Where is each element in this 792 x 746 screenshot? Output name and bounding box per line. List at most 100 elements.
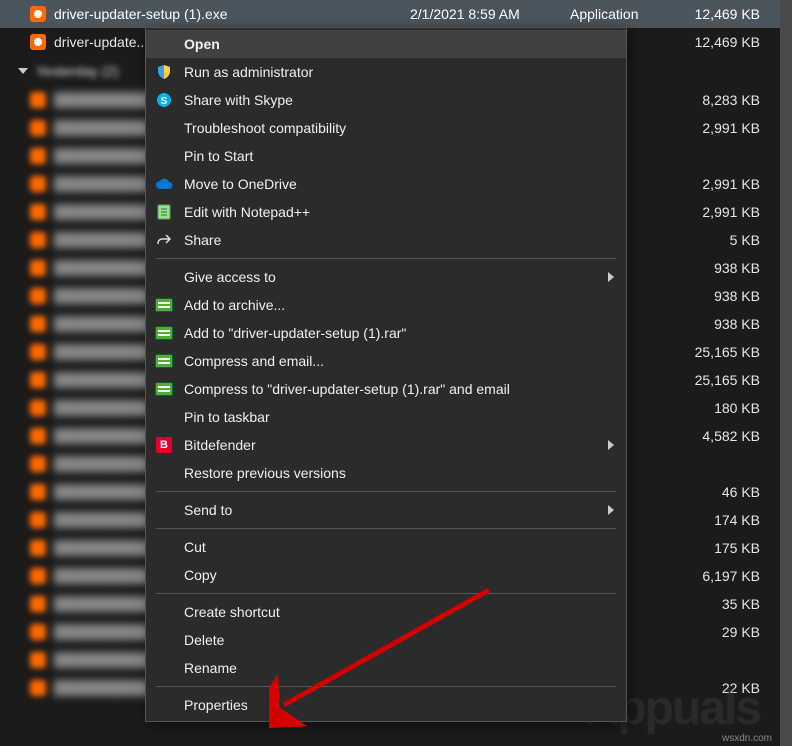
annotation-arrow (269, 580, 499, 730)
rar-icon (154, 351, 174, 371)
file-icon (30, 176, 46, 192)
file-size: 12,469 KB (690, 34, 780, 50)
menu-item-run-admin[interactable]: Run as administrator (146, 58, 626, 86)
blank-icon (154, 602, 174, 622)
file-size: 46 KB (690, 484, 780, 500)
file-icon (30, 288, 46, 304)
file-icon (30, 148, 46, 164)
menu-item-add-named[interactable]: Add to "driver-updater-setup (1).rar" (146, 319, 626, 347)
blank-icon (154, 463, 174, 483)
file-icon (30, 204, 46, 220)
file-size: 175 KB (690, 540, 780, 556)
menu-item-label: Share (184, 232, 614, 248)
menu-item-edit-npp[interactable]: Edit with Notepad++ (146, 198, 626, 226)
menu-item-label: Send to (184, 502, 608, 518)
file-icon (30, 512, 46, 528)
chevron-right-icon (608, 272, 614, 282)
menu-item-label: Give access to (184, 269, 608, 285)
menu-item-label: Compress to "driver-updater-setup (1).ra… (184, 381, 614, 397)
menu-separator (156, 491, 616, 492)
menu-item-cut[interactable]: Cut (146, 533, 626, 561)
file-size: 4,582 KB (690, 428, 780, 444)
menu-item-label: Add to "driver-updater-setup (1).rar" (184, 325, 614, 341)
blank-icon (154, 407, 174, 427)
menu-item-label: Open (184, 36, 614, 52)
file-icon (30, 316, 46, 332)
menu-item-label: Share with Skype (184, 92, 614, 108)
menu-item-bitdefender[interactable]: B Bitdefender (146, 431, 626, 459)
chevron-right-icon (608, 440, 614, 450)
file-size: 2,991 KB (690, 176, 780, 192)
file-icon (30, 540, 46, 556)
blank-icon (154, 695, 174, 715)
chevron-down-icon (18, 68, 28, 74)
bd-icon: B (154, 435, 174, 455)
file-size: 6,197 KB (690, 568, 780, 584)
menu-item-label: Run as administrator (184, 64, 614, 80)
menu-item-label: Compress and email... (184, 353, 614, 369)
rar-icon (154, 323, 174, 343)
blank-icon (154, 146, 174, 166)
menu-item-label: Pin to taskbar (184, 409, 614, 425)
file-icon (30, 652, 46, 668)
menu-item-share[interactable]: Share (146, 226, 626, 254)
file-size: 938 KB (690, 288, 780, 304)
file-icon (30, 428, 46, 444)
blank-icon (154, 500, 174, 520)
file-icon (30, 372, 46, 388)
app-icon (30, 6, 46, 22)
menu-item-share-skype[interactable]: S Share with Skype (146, 86, 626, 114)
file-icon (30, 568, 46, 584)
menu-item-label: Edit with Notepad++ (184, 204, 614, 220)
file-size: 35 KB (690, 596, 780, 612)
app-icon (30, 34, 46, 50)
file-row-selected[interactable]: driver-updater-setup (1).exe 2/1/2021 8:… (0, 0, 780, 28)
rar-icon (154, 295, 174, 315)
chevron-right-icon (608, 505, 614, 515)
menu-item-compress-named[interactable]: Compress to "driver-updater-setup (1).ra… (146, 375, 626, 403)
menu-item-label: Troubleshoot compatibility (184, 120, 614, 136)
menu-item-compress-email[interactable]: Compress and email... (146, 347, 626, 375)
menu-item-move-onedrive[interactable]: Move to OneDrive (146, 170, 626, 198)
menu-item-restore-prev[interactable]: Restore previous versions (146, 459, 626, 487)
file-icon (30, 624, 46, 640)
menu-item-give-access[interactable]: Give access to (146, 263, 626, 291)
file-icon (30, 400, 46, 416)
file-date: 2/1/2021 8:59 AM (410, 6, 570, 22)
blank-icon (154, 118, 174, 138)
blank-icon (154, 565, 174, 585)
menu-item-send-to[interactable]: Send to (146, 496, 626, 524)
file-size: 2,991 KB (690, 204, 780, 220)
menu-item-troubleshoot[interactable]: Troubleshoot compatibility (146, 114, 626, 142)
file-size: 8,283 KB (690, 92, 780, 108)
share-icon (154, 230, 174, 250)
menu-item-label: Add to archive... (184, 297, 614, 313)
file-size: 25,165 KB (690, 344, 780, 360)
menu-item-pin-start[interactable]: Pin to Start (146, 142, 626, 170)
file-icon (30, 232, 46, 248)
blank-icon (154, 537, 174, 557)
file-size: 180 KB (690, 400, 780, 416)
file-icon (30, 92, 46, 108)
file-size: 174 KB (690, 512, 780, 528)
menu-item-label: Restore previous versions (184, 465, 614, 481)
file-name: driver-updater-setup (1).exe (54, 6, 410, 22)
file-icon (30, 260, 46, 276)
menu-item-open[interactable]: Open (146, 30, 626, 58)
credit: wsxdn.com (722, 733, 772, 744)
group-label: Yesterday (2) (36, 63, 119, 79)
file-size: 25,165 KB (690, 372, 780, 388)
shield-icon (154, 62, 174, 82)
file-size: 12,469 KB (690, 6, 780, 22)
note-icon (154, 202, 174, 222)
file-size: 938 KB (690, 316, 780, 332)
menu-item-add-archive[interactable]: Add to archive... (146, 291, 626, 319)
file-icon (30, 456, 46, 472)
blank-icon (154, 658, 174, 678)
file-icon (30, 680, 46, 696)
menu-item-pin-taskbar[interactable]: Pin to taskbar (146, 403, 626, 431)
file-icon (30, 120, 46, 136)
file-icon (30, 484, 46, 500)
menu-item-label: Bitdefender (184, 437, 608, 453)
skype-icon: S (154, 90, 174, 110)
